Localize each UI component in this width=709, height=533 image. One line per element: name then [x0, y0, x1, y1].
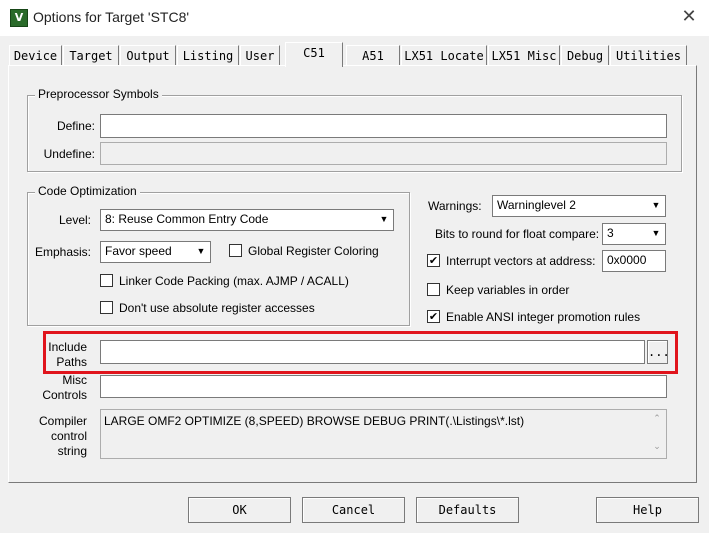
- tab-a51[interactable]: A51: [346, 45, 400, 65]
- interrupt-vectors-address-input[interactable]: 0x0000: [602, 250, 666, 272]
- compiler-control-label-line2: control: [50, 429, 87, 443]
- window-title: Options for Target 'STC8': [33, 9, 190, 25]
- undefine-label: Undefine:: [43, 147, 95, 161]
- compiler-control-label-line1: Compiler: [38, 414, 87, 428]
- chevron-down-icon[interactable]: ▼: [648, 197, 664, 215]
- emphasis-label: Emphasis:: [34, 245, 91, 259]
- tab-lx51-locate[interactable]: LX51 Locate: [401, 45, 487, 65]
- bits-round-label: Bits to round for float compare:: [435, 227, 600, 241]
- include-paths-label-line2: Paths: [56, 355, 87, 369]
- defaults-button[interactable]: Defaults: [416, 497, 519, 523]
- compiler-control-string-text: LARGE OMF2 OPTIMIZE (8,SPEED) BROWSE DEB…: [104, 414, 525, 428]
- tab-user[interactable]: User: [240, 45, 280, 65]
- undefine-input[interactable]: [100, 142, 667, 165]
- app-icon: V: [10, 9, 28, 27]
- tab-c51[interactable]: C51: [285, 42, 343, 67]
- enable-ansi-checkbox[interactable]: ✔: [427, 310, 440, 323]
- tab-lx51-misc[interactable]: LX51 Misc: [488, 45, 560, 65]
- keep-variables-label: Keep variables in order: [446, 283, 570, 297]
- chevron-down-icon[interactable]: ▼: [193, 243, 209, 261]
- cancel-button[interactable]: Cancel: [302, 497, 405, 523]
- chevron-down-icon[interactable]: ▼: [376, 211, 392, 229]
- scroll-up-icon[interactable]: ⌃: [650, 414, 664, 424]
- warnings-select-value: Warninglevel 2: [497, 198, 576, 212]
- warnings-select[interactable]: Warninglevel 2 ▼: [492, 195, 666, 217]
- linker-code-packing-checkbox[interactable]: [100, 274, 113, 287]
- level-label: Level:: [58, 213, 91, 227]
- define-input[interactable]: [100, 114, 667, 138]
- tab-device[interactable]: Device: [9, 45, 62, 65]
- help-button[interactable]: Help: [596, 497, 699, 523]
- warnings-label: Warnings:: [428, 199, 482, 213]
- dont-use-absolute-checkbox[interactable]: [100, 301, 113, 314]
- level-select[interactable]: 8: Reuse Common Entry Code ▼: [100, 209, 394, 231]
- global-register-coloring-label: Global Register Coloring: [248, 244, 379, 258]
- code-optimization-group-label: Code Optimization: [35, 184, 140, 198]
- tab-utilities[interactable]: Utilities: [610, 45, 687, 65]
- enable-ansi-label: Enable ANSI integer promotion rules: [446, 310, 641, 324]
- bits-round-select[interactable]: 3 ▼: [602, 223, 666, 245]
- scroll-down-icon[interactable]: ⌄: [650, 442, 664, 452]
- close-icon[interactable]: ✕: [679, 7, 699, 27]
- title-bar: V Options for Target 'STC8' ✕: [0, 0, 709, 36]
- tab-output[interactable]: Output: [120, 45, 176, 65]
- include-paths-label-line1: Include: [48, 340, 87, 354]
- tab-debug[interactable]: Debug: [561, 45, 609, 65]
- interrupt-vectors-label: Interrupt vectors at address:: [446, 254, 596, 268]
- misc-controls-input[interactable]: [100, 375, 667, 398]
- include-paths-input[interactable]: [100, 340, 645, 364]
- compiler-control-label-line3: string: [57, 444, 87, 458]
- tab-listing[interactable]: Listing: [177, 45, 239, 65]
- global-register-coloring-checkbox[interactable]: [229, 244, 242, 257]
- misc-controls-label-line1: Misc: [62, 373, 87, 387]
- preprocessor-group-label: Preprocessor Symbols: [35, 87, 162, 101]
- misc-controls-label-line2: Controls: [42, 388, 87, 402]
- level-select-value: 8: Reuse Common Entry Code: [105, 212, 269, 226]
- dont-use-absolute-label: Don't use absolute register accesses: [119, 301, 315, 315]
- chevron-down-icon[interactable]: ▼: [648, 225, 664, 243]
- tab-target[interactable]: Target: [63, 45, 119, 65]
- emphasis-select[interactable]: Favor speed ▼: [100, 241, 211, 263]
- include-paths-browse-button[interactable]: ...: [647, 340, 670, 364]
- compiler-control-string-textarea[interactable]: LARGE OMF2 OPTIMIZE (8,SPEED) BROWSE DEB…: [100, 409, 667, 459]
- tab-strip: Device Target Output Listing User C51 A5…: [9, 42, 699, 67]
- keep-variables-checkbox[interactable]: [427, 283, 440, 296]
- define-label: Define:: [56, 119, 95, 133]
- emphasis-select-value: Favor speed: [105, 244, 172, 258]
- interrupt-vectors-checkbox[interactable]: ✔: [427, 254, 440, 267]
- ok-button[interactable]: OK: [188, 497, 291, 523]
- bits-round-select-value: 3: [607, 226, 614, 240]
- linker-code-packing-label: Linker Code Packing (max. AJMP / ACALL): [119, 274, 349, 288]
